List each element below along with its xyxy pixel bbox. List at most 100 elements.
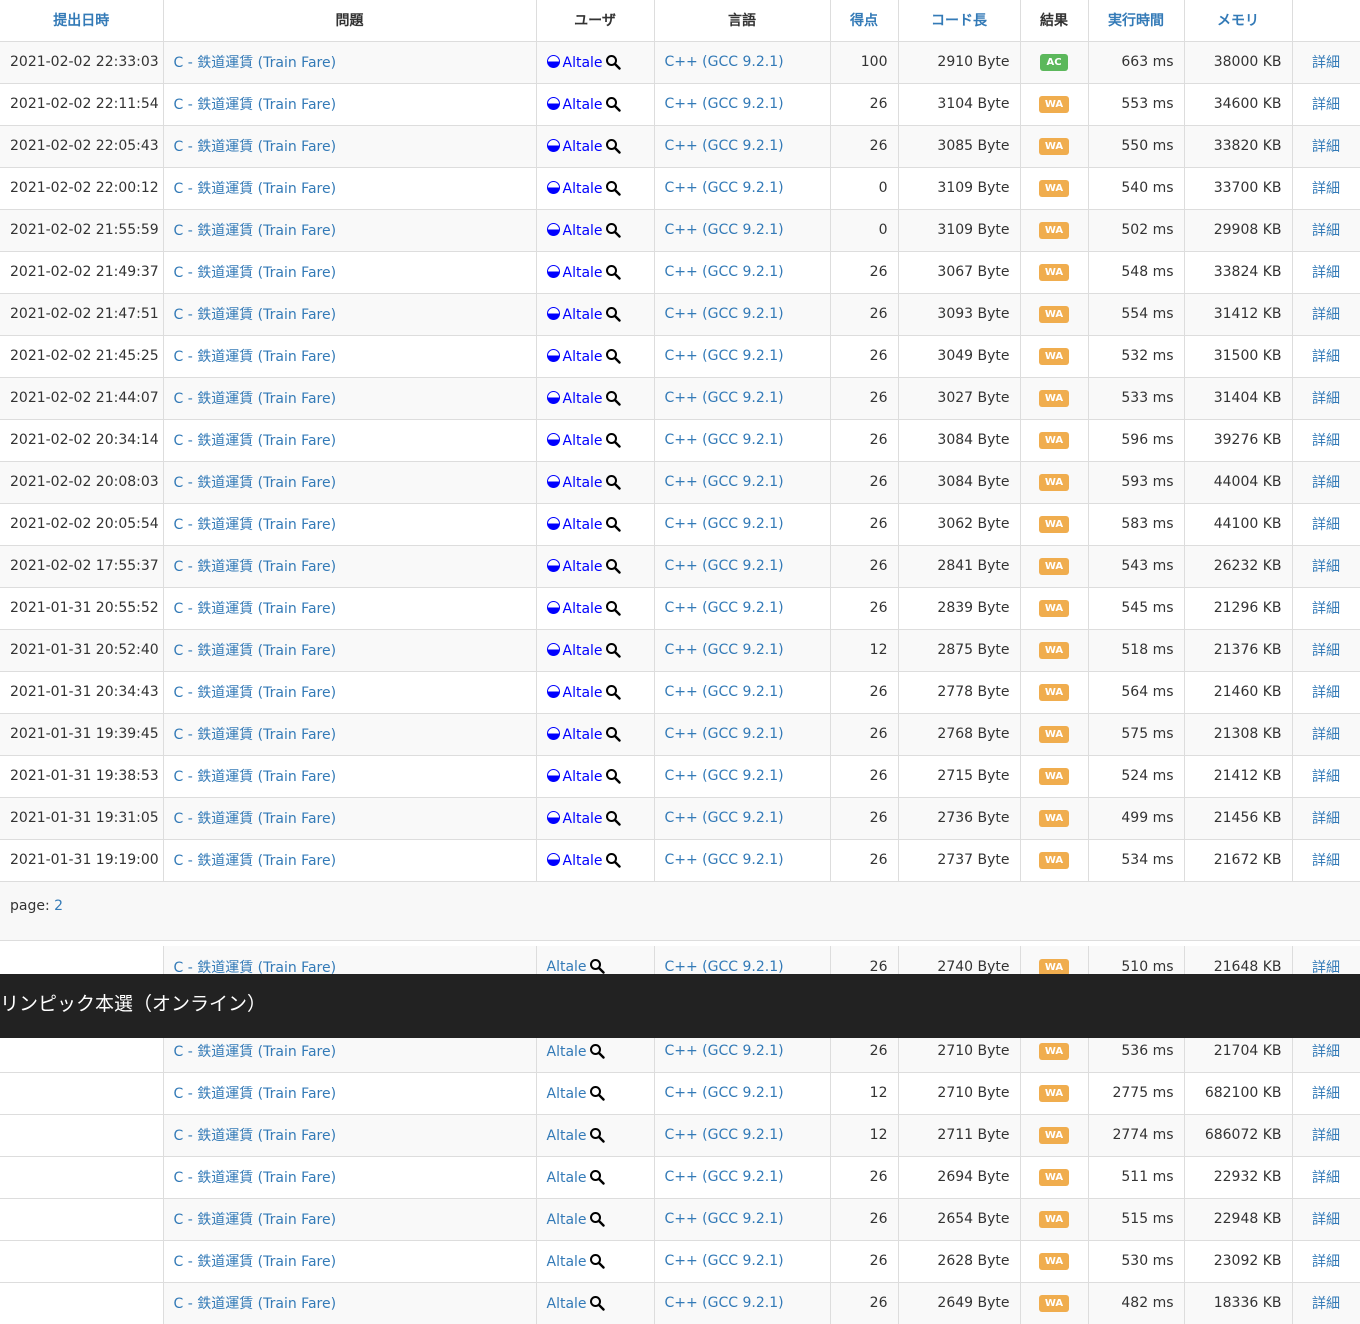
user-cell[interactable]: Altale	[536, 503, 655, 546]
task-cell[interactable]: C - 鉄道運賃 (Train Fare)	[163, 713, 537, 756]
detail-cell[interactable]: 詳細	[1292, 209, 1360, 252]
user-cell[interactable]: Altale	[536, 419, 655, 462]
detail-cell[interactable]: 詳細	[1292, 293, 1360, 336]
detail-cell[interactable]: 詳細	[1292, 251, 1360, 294]
language-link[interactable]: C++ (GCC 9.2.1)	[665, 54, 784, 70]
task-link[interactable]: C - 鉄道運賃 (Train Fare)	[174, 643, 337, 659]
magnifier-icon[interactable]	[605, 852, 621, 868]
language-link[interactable]: C++ (GCC 9.2.1)	[665, 390, 784, 406]
user-link[interactable]: Altale	[547, 1044, 587, 1060]
task-cell[interactable]: C - 鉄道運賃 (Train Fare)	[163, 587, 537, 630]
user-cell[interactable]: Altale	[536, 209, 655, 252]
detail-cell[interactable]: 詳細	[1292, 671, 1360, 714]
language-link[interactable]: C++ (GCC 9.2.1)	[665, 768, 784, 784]
detail-cell[interactable]: 詳細	[1292, 797, 1360, 840]
header-code-size[interactable]: コード長	[898, 0, 1021, 42]
magnifier-icon[interactable]	[605, 768, 621, 784]
task-link[interactable]: C - 鉄道運賃 (Train Fare)	[174, 139, 337, 155]
detail-link[interactable]: 詳細	[1312, 517, 1340, 533]
user-cell[interactable]: Altale	[536, 1114, 655, 1157]
language-link[interactable]: C++ (GCC 9.2.1)	[665, 180, 784, 196]
detail-link[interactable]: 詳細	[1312, 475, 1340, 491]
language-link[interactable]: C++ (GCC 9.2.1)	[665, 1295, 784, 1311]
detail-link[interactable]: 詳細	[1312, 349, 1340, 365]
user-link[interactable]: Altale	[547, 1254, 587, 1270]
task-link[interactable]: C - 鉄道運賃 (Train Fare)	[174, 391, 337, 407]
detail-cell[interactable]: 詳細	[1292, 839, 1360, 882]
user-cell[interactable]: Altale	[536, 1072, 655, 1115]
user-cell[interactable]: Altale	[536, 671, 655, 714]
detail-cell[interactable]: 詳細	[1292, 335, 1360, 378]
language-link[interactable]: C++ (GCC 9.2.1)	[665, 1169, 784, 1185]
task-link[interactable]: C - 鉄道運賃 (Train Fare)	[174, 1044, 337, 1060]
magnifier-icon[interactable]	[589, 1169, 605, 1185]
task-link[interactable]: C - 鉄道運賃 (Train Fare)	[174, 517, 337, 533]
language-link[interactable]: C++ (GCC 9.2.1)	[665, 96, 784, 112]
user-link[interactable]: Altale	[563, 349, 603, 365]
magnifier-icon[interactable]	[605, 54, 621, 70]
magnifier-icon[interactable]	[605, 558, 621, 574]
user-cell[interactable]: Altale	[536, 713, 655, 756]
language-cell[interactable]: C++ (GCC 9.2.1)	[654, 251, 831, 294]
detail-link[interactable]: 詳細	[1312, 601, 1340, 617]
detail-link[interactable]: 詳細	[1312, 853, 1340, 869]
user-cell[interactable]: Altale	[536, 461, 655, 504]
user-cell[interactable]: Altale	[536, 1282, 655, 1324]
user-cell[interactable]: Altale	[536, 41, 655, 84]
magnifier-icon[interactable]	[605, 306, 621, 322]
detail-link[interactable]: 詳細	[1312, 391, 1340, 407]
task-link[interactable]: C - 鉄道運賃 (Train Fare)	[174, 97, 337, 113]
detail-cell[interactable]: 詳細	[1292, 167, 1360, 210]
language-cell[interactable]: C++ (GCC 9.2.1)	[654, 797, 831, 840]
language-cell[interactable]: C++ (GCC 9.2.1)	[654, 1240, 831, 1283]
task-link[interactable]: C - 鉄道運賃 (Train Fare)	[174, 1254, 337, 1270]
language-link[interactable]: C++ (GCC 9.2.1)	[665, 348, 784, 364]
task-cell[interactable]: C - 鉄道運賃 (Train Fare)	[163, 629, 537, 672]
language-cell[interactable]: C++ (GCC 9.2.1)	[654, 377, 831, 420]
detail-cell[interactable]: 詳細	[1292, 629, 1360, 672]
magnifier-icon[interactable]	[589, 1043, 605, 1059]
task-link[interactable]: C - 鉄道運賃 (Train Fare)	[174, 685, 337, 701]
task-link[interactable]: C - 鉄道運賃 (Train Fare)	[174, 1170, 337, 1186]
language-link[interactable]: C++ (GCC 9.2.1)	[665, 1043, 784, 1059]
detail-link[interactable]: 詳細	[1312, 1212, 1340, 1228]
user-link[interactable]: Altale	[563, 853, 603, 869]
task-cell[interactable]: C - 鉄道運賃 (Train Fare)	[163, 671, 537, 714]
user-cell[interactable]: Altale	[536, 755, 655, 798]
detail-link[interactable]: 詳細	[1312, 307, 1340, 323]
task-cell[interactable]: C - 鉄道運賃 (Train Fare)	[163, 125, 537, 168]
language-link[interactable]: C++ (GCC 9.2.1)	[665, 264, 784, 280]
user-link[interactable]: Altale	[563, 475, 603, 491]
task-link[interactable]: C - 鉄道運賃 (Train Fare)	[174, 307, 337, 323]
user-cell[interactable]: Altale	[536, 587, 655, 630]
user-link[interactable]: Altale	[547, 1128, 587, 1144]
user-link[interactable]: Altale	[563, 685, 603, 701]
task-link[interactable]: C - 鉄道運賃 (Train Fare)	[174, 181, 337, 197]
task-cell[interactable]: C - 鉄道運賃 (Train Fare)	[163, 797, 537, 840]
detail-link[interactable]: 詳細	[1312, 433, 1340, 449]
detail-cell[interactable]: 詳細	[1292, 377, 1360, 420]
detail-cell[interactable]: 詳細	[1292, 41, 1360, 84]
detail-cell[interactable]: 詳細	[1292, 1114, 1360, 1157]
detail-cell[interactable]: 詳細	[1292, 755, 1360, 798]
user-cell[interactable]: Altale	[536, 377, 655, 420]
user-link[interactable]: Altale	[563, 181, 603, 197]
language-link[interactable]: C++ (GCC 9.2.1)	[665, 726, 784, 742]
task-cell[interactable]: C - 鉄道運賃 (Train Fare)	[163, 83, 537, 126]
user-link[interactable]: Altale	[547, 1170, 587, 1186]
magnifier-icon[interactable]	[589, 1085, 605, 1101]
magnifier-icon[interactable]	[605, 390, 621, 406]
user-link[interactable]: Altale	[563, 559, 603, 575]
magnifier-icon[interactable]	[605, 810, 621, 826]
language-link[interactable]: C++ (GCC 9.2.1)	[665, 558, 784, 574]
language-cell[interactable]: C++ (GCC 9.2.1)	[654, 293, 831, 336]
detail-link[interactable]: 詳細	[1312, 727, 1340, 743]
language-cell[interactable]: C++ (GCC 9.2.1)	[654, 839, 831, 882]
language-link[interactable]: C++ (GCC 9.2.1)	[665, 1253, 784, 1269]
detail-link[interactable]: 詳細	[1312, 139, 1340, 155]
language-cell[interactable]: C++ (GCC 9.2.1)	[654, 125, 831, 168]
language-cell[interactable]: C++ (GCC 9.2.1)	[654, 587, 831, 630]
language-cell[interactable]: C++ (GCC 9.2.1)	[654, 503, 831, 546]
language-link[interactable]: C++ (GCC 9.2.1)	[665, 222, 784, 238]
task-link[interactable]: C - 鉄道運賃 (Train Fare)	[174, 1296, 337, 1312]
